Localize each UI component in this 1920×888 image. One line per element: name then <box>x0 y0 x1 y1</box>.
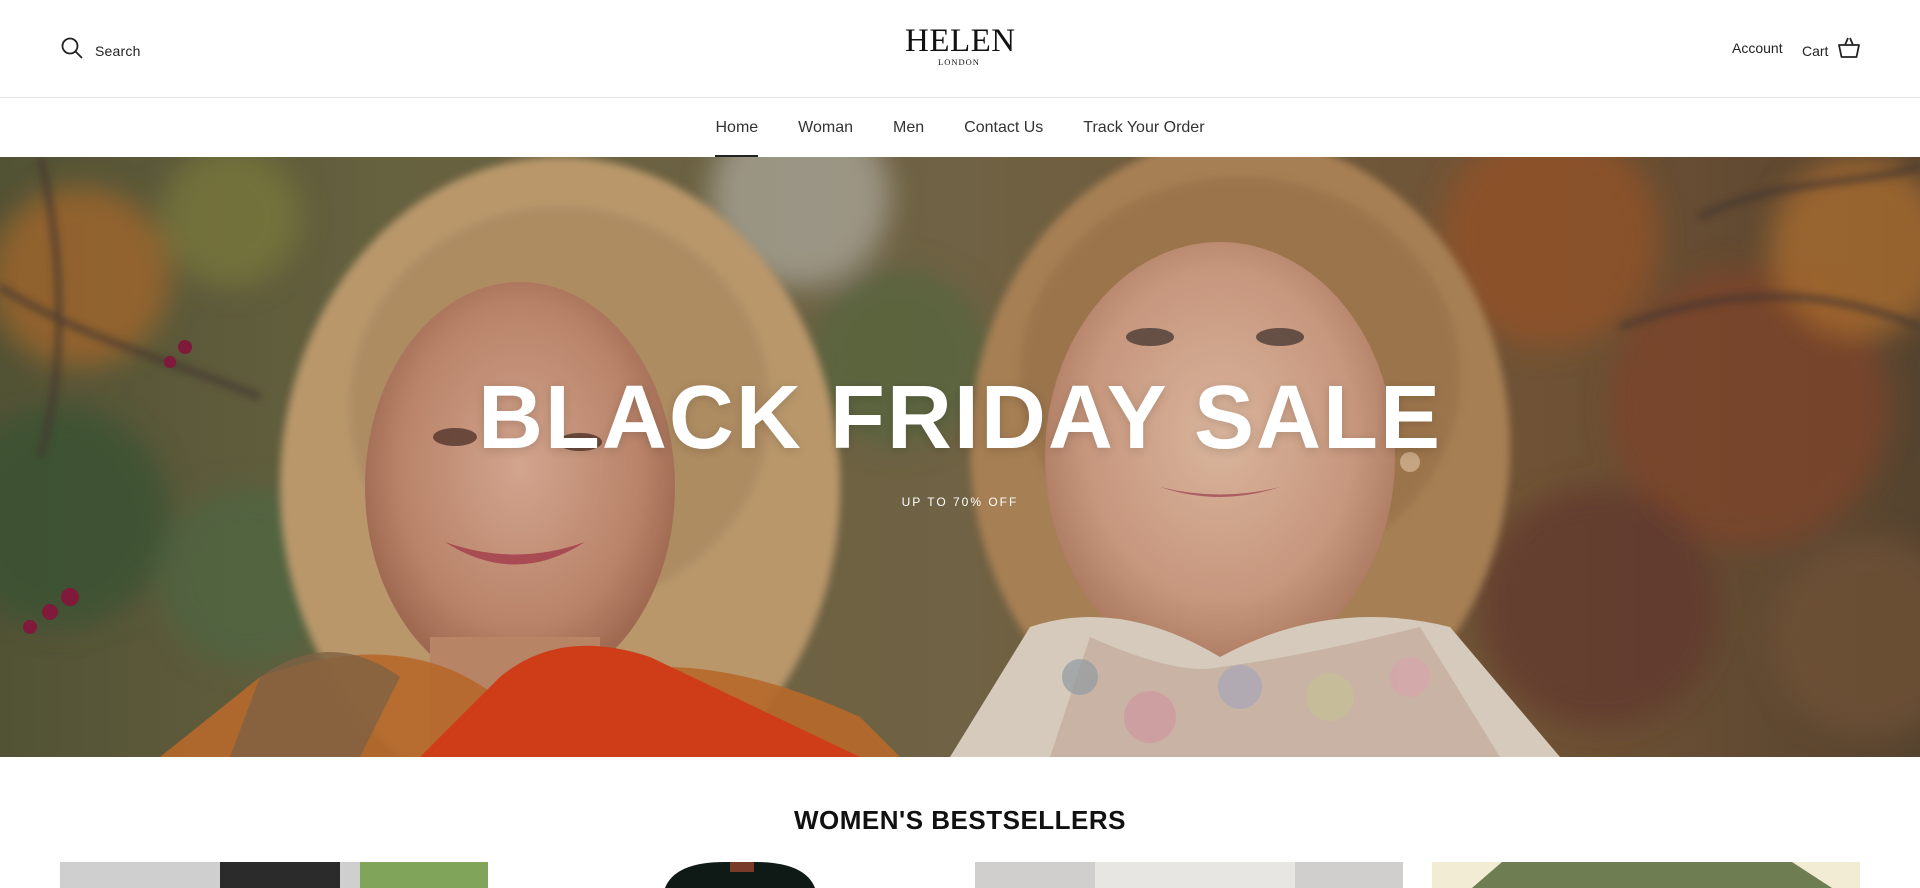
product-card[interactable] <box>60 862 488 888</box>
product-image <box>1432 862 1860 888</box>
bestsellers-title: WOMEN'S BESTSELLERS <box>793 805 1127 835</box>
product-image <box>60 862 488 888</box>
main-navigation: Home Woman Men Contact Us Track Your Ord… <box>0 99 1920 157</box>
nav-item-woman[interactable]: Woman <box>798 99 853 157</box>
search-button[interactable]: Search <box>60 36 141 65</box>
nav-item-contact-us[interactable]: Contact Us <box>964 99 1043 157</box>
product-card[interactable] <box>1432 862 1860 888</box>
logo-wordmark: HELEN <box>905 23 1016 59</box>
cart-label: Cart <box>1802 42 1829 59</box>
nav-item-track-your-order[interactable]: Track Your Order <box>1083 99 1204 157</box>
site-logo[interactable]: HELEN LONDON <box>905 23 1016 68</box>
search-icon <box>60 36 84 65</box>
cart-button[interactable]: Cart <box>1802 36 1861 65</box>
product-card[interactable] <box>975 862 1403 888</box>
hero-banner[interactable]: BLACK FRIDAY SALE UP TO 70% OFF <box>0 157 1920 757</box>
search-label: Search <box>95 42 141 59</box>
nav-item-men[interactable]: Men <box>893 99 924 157</box>
account-link[interactable]: Account <box>1732 40 1783 56</box>
product-image <box>525 862 953 888</box>
nav-item-home[interactable]: Home <box>715 99 758 157</box>
hero-title: BLACK FRIDAY SALE <box>477 368 1443 468</box>
cart-icon <box>1837 36 1861 65</box>
product-card[interactable] <box>525 862 953 888</box>
site-header: Search HELEN LONDON Account Cart <box>0 0 1920 98</box>
hero-subtitle: UP TO 70% OFF <box>901 495 1019 509</box>
product-image <box>975 862 1403 888</box>
